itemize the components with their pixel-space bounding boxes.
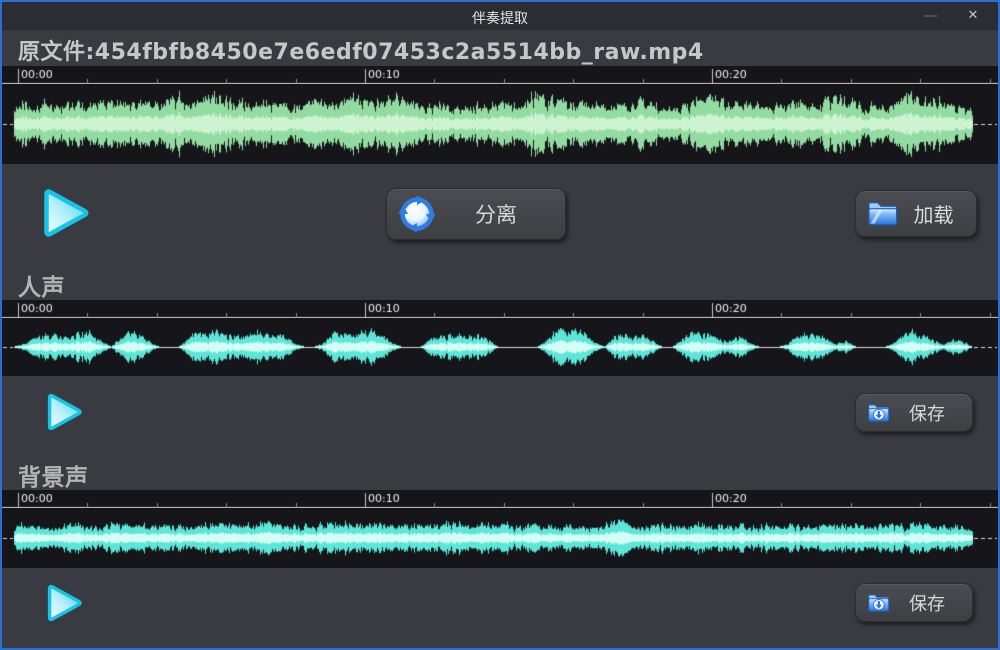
window-title: 伴奏提取	[2, 8, 998, 28]
folder-icon	[866, 198, 901, 229]
save-folder-icon	[866, 591, 892, 615]
background-timeline-ruler	[2, 490, 998, 508]
play-icon	[40, 389, 86, 435]
vocals-waveform[interactable]	[2, 318, 998, 376]
play-vocals-button[interactable]	[40, 389, 86, 435]
background-heading: 背景声	[18, 458, 89, 492]
play-background-button[interactable]	[40, 580, 86, 626]
play-icon	[40, 580, 86, 626]
separate-button-label: 分离	[437, 199, 555, 229]
save-background-button[interactable]: 保存	[855, 583, 973, 622]
save-button-label: 保存	[892, 590, 962, 616]
close-icon[interactable]: ✕	[958, 2, 988, 30]
titlebar: 伴奏提取 — ✕	[2, 2, 998, 30]
load-button[interactable]: 加载	[855, 190, 977, 237]
vocals-timeline-ruler	[2, 300, 998, 318]
play-original-button[interactable]	[34, 183, 94, 243]
vocals-heading: 人声	[18, 268, 65, 302]
play-icon	[34, 183, 94, 243]
vocals-wave-panel	[2, 300, 998, 376]
save-vocals-button[interactable]: 保存	[855, 393, 973, 432]
load-button-label: 加载	[901, 199, 966, 228]
app-window: 伴奏提取 — ✕ 原文件:454fbfb8450e7e6edf07453c2a5…	[0, 0, 1000, 650]
minimize-button[interactable]: —	[916, 2, 946, 30]
original-wave-panel	[2, 66, 998, 164]
separate-button[interactable]: 分离	[386, 188, 566, 240]
original-waveform[interactable]	[2, 84, 998, 164]
original-timeline-ruler	[2, 66, 998, 84]
sync-icon	[397, 194, 437, 234]
save-button-label: 保存	[892, 400, 962, 426]
save-folder-icon	[866, 401, 892, 425]
background-waveform[interactable]	[2, 508, 998, 568]
background-wave-panel	[2, 490, 998, 568]
original-file-heading: 原文件:454fbfb8450e7e6edf07453c2a5514bb_raw…	[18, 34, 704, 66]
